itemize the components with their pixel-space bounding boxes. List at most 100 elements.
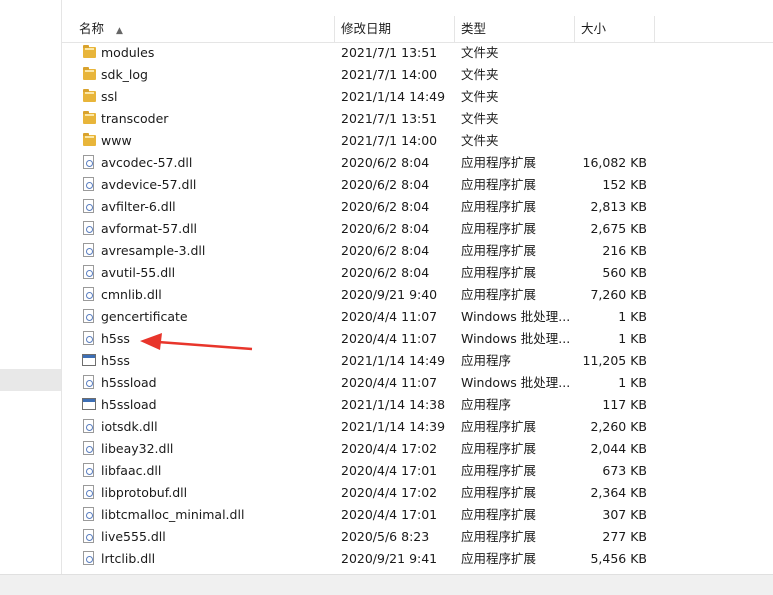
table-row[interactable]: avcodec-57.dll 2020/6/2 8:04 应用程序扩展 16,082 … xyxy=(62,152,773,174)
table-row[interactable]: lrtclib.dll 2020/9/21 9:41 应用程序扩展 5,456 KB xyxy=(62,548,773,570)
file-date: 2020/4/4 17:01 xyxy=(341,507,438,522)
table-row[interactable]: avutil-55.dll 2020/6/2 8:04 应用程序扩展 560 KB xyxy=(62,262,773,284)
file-type: 应用程序扩展 xyxy=(461,155,537,170)
table-row[interactable]: h5ss 2021/1/14 14:49 应用程序 11,205 KB xyxy=(62,350,773,372)
file-size: 216 KB xyxy=(602,243,647,258)
file-icon-cell xyxy=(82,306,96,328)
file-type: 应用程序扩展 xyxy=(461,441,537,456)
column-header-date[interactable]: 修改日期 xyxy=(335,16,455,42)
table-row[interactable]: h5ssload 2020/4/4 11:07 Windows 批处理... 1 KB xyxy=(62,372,773,394)
file-name: h5ssload xyxy=(101,397,157,412)
table-row[interactable]: www 2021/7/1 14:00 文件夹 xyxy=(62,130,773,152)
file-name: h5ss xyxy=(101,331,130,346)
table-row[interactable]: libfaac.dll 2020/4/4 17:01 应用程序扩展 673 KB xyxy=(62,460,773,482)
file-name: modules xyxy=(101,45,155,60)
file-size: 16,082 KB xyxy=(582,155,647,170)
file-date: 2020/6/2 8:04 xyxy=(341,221,430,236)
file-type: 应用程序扩展 xyxy=(461,265,537,280)
dll-file-icon xyxy=(83,529,94,543)
table-row[interactable]: avfilter-6.dll 2020/6/2 8:04 应用程序扩展 2,813 K… xyxy=(62,196,773,218)
file-type: Windows 批处理... xyxy=(461,331,571,346)
file-date: 2020/6/2 8:04 xyxy=(341,265,430,280)
file-size: 2,260 KB xyxy=(590,419,647,434)
table-row[interactable]: avdevice-57.dll 2020/6/2 8:04 应用程序扩展 152 KB xyxy=(62,174,773,196)
file-icon-cell xyxy=(82,196,96,218)
table-row[interactable]: libtcmalloc_minimal.dll 2020/4/4 17:01 应用程… xyxy=(62,504,773,526)
folder-icon xyxy=(83,45,96,58)
file-date: 2020/4/4 17:02 xyxy=(341,485,438,500)
file-name: libprotobuf.dll xyxy=(101,485,188,500)
file-type: 文件夹 xyxy=(461,89,499,104)
file-name: libeay32.dll xyxy=(101,441,174,456)
file-type: 文件夹 xyxy=(461,111,499,126)
table-row[interactable]: h5ssload 2021/1/14 14:38 应用程序 117 KB xyxy=(62,394,773,416)
table-row[interactable]: transcoder 2021/7/1 13:51 文件夹 xyxy=(62,108,773,130)
table-row[interactable]: libeay32.dll 2020/4/4 17:02 应用程序扩展 2,044 KB xyxy=(62,438,773,460)
file-icon-cell xyxy=(82,504,96,526)
file-name: h5ssload xyxy=(101,375,157,390)
table-row[interactable]: cmnlib.dll 2020/9/21 9:40 应用程序扩展 7,260 KB xyxy=(62,284,773,306)
file-date: 2020/4/4 17:02 xyxy=(341,441,438,456)
sort-ascending-icon: ▲ xyxy=(116,26,123,36)
exe-file-icon xyxy=(82,354,96,366)
dll-file-icon xyxy=(83,243,94,257)
file-type: 文件夹 xyxy=(461,133,499,148)
file-name: avutil-55.dll xyxy=(101,265,176,280)
dll-file-icon xyxy=(83,199,94,213)
file-type: 应用程序扩展 xyxy=(461,529,537,544)
file-date: 2020/6/2 8:04 xyxy=(341,243,430,258)
file-size: 673 KB xyxy=(602,463,647,478)
table-row[interactable]: sdk_log 2021/7/1 14:00 文件夹 xyxy=(62,64,773,86)
column-header-size-label: 大小 xyxy=(581,21,607,36)
table-row[interactable]: gencertificate 2020/4/4 11:07 Windows 批处理.… xyxy=(62,306,773,328)
dll-file-icon xyxy=(83,507,94,521)
file-date: 2021/7/1 13:51 xyxy=(341,111,438,126)
folder-icon xyxy=(83,89,96,102)
file-icon-cell xyxy=(82,482,96,504)
file-date: 2020/6/2 8:04 xyxy=(341,199,430,214)
file-name: lrtclib.dll xyxy=(101,551,156,566)
file-name: h5ss xyxy=(101,353,130,368)
file-type: 应用程序扩展 xyxy=(461,243,537,258)
file-size xyxy=(575,108,647,130)
table-row[interactable]: avresample-3.dll 2020/6/2 8:04 应用程序扩展 216 K… xyxy=(62,240,773,262)
file-size: 2,364 KB xyxy=(590,485,647,500)
file-name: libtcmalloc_minimal.dll xyxy=(101,507,245,522)
file-type: 应用程序扩展 xyxy=(461,485,537,500)
table-row[interactable]: libprotobuf.dll 2020/4/4 17:02 应用程序扩展 2,364… xyxy=(62,482,773,504)
file-size: 560 KB xyxy=(602,265,647,280)
file-list[interactable]: 名称 ▲ 修改日期 类型 大小 modules 2021/7/1 13:51 文件夹… xyxy=(62,0,773,574)
file-date: 2021/7/1 14:00 xyxy=(341,67,438,82)
navigation-pane[interactable] xyxy=(0,0,62,574)
file-type: 文件夹 xyxy=(461,45,499,60)
column-header-name[interactable]: 名称 ▲ xyxy=(73,16,335,42)
table-row[interactable]: live555.dll 2020/5/6 8:23 应用程序扩展 277 KB xyxy=(62,526,773,548)
file-name: iotsdk.dll xyxy=(101,419,158,434)
file-icon-cell xyxy=(82,152,96,174)
column-header-size[interactable]: 大小 xyxy=(575,16,655,42)
file-size: 277 KB xyxy=(602,529,647,544)
file-name: ssl xyxy=(101,89,118,104)
file-size: 5,456 KB xyxy=(590,551,647,566)
file-name: sdk_log xyxy=(101,67,148,82)
table-row[interactable]: iotsdk.dll 2021/1/14 14:39 应用程序扩展 2,260 KB xyxy=(62,416,773,438)
file-icon-cell xyxy=(82,372,96,394)
nav-selected-item[interactable] xyxy=(0,369,61,391)
file-date: 2021/7/1 14:00 xyxy=(341,133,438,148)
file-icon-cell xyxy=(82,526,96,548)
file-icon-cell xyxy=(82,240,96,262)
column-header-type[interactable]: 类型 xyxy=(455,16,575,42)
file-date: 2021/1/14 14:38 xyxy=(341,397,446,412)
file-name: live555.dll xyxy=(101,529,166,544)
file-date: 2020/6/2 8:04 xyxy=(341,177,430,192)
file-size: 1 KB xyxy=(618,331,647,346)
file-date: 2021/1/14 14:49 xyxy=(341,89,446,104)
file-type: Windows 批处理... xyxy=(461,375,571,390)
table-row[interactable]: avformat-57.dll 2020/6/2 8:04 应用程序扩展 2,675 … xyxy=(62,218,773,240)
file-date: 2020/9/21 9:40 xyxy=(341,287,438,302)
table-row[interactable]: h5ss 2020/4/4 11:07 Windows 批处理... 1 KB xyxy=(62,328,773,350)
file-icon-cell xyxy=(82,174,96,196)
file-name: www xyxy=(101,133,132,148)
table-row[interactable]: ssl 2021/1/14 14:49 文件夹 xyxy=(62,86,773,108)
table-row[interactable]: modules 2021/7/1 13:51 文件夹 xyxy=(62,42,773,64)
